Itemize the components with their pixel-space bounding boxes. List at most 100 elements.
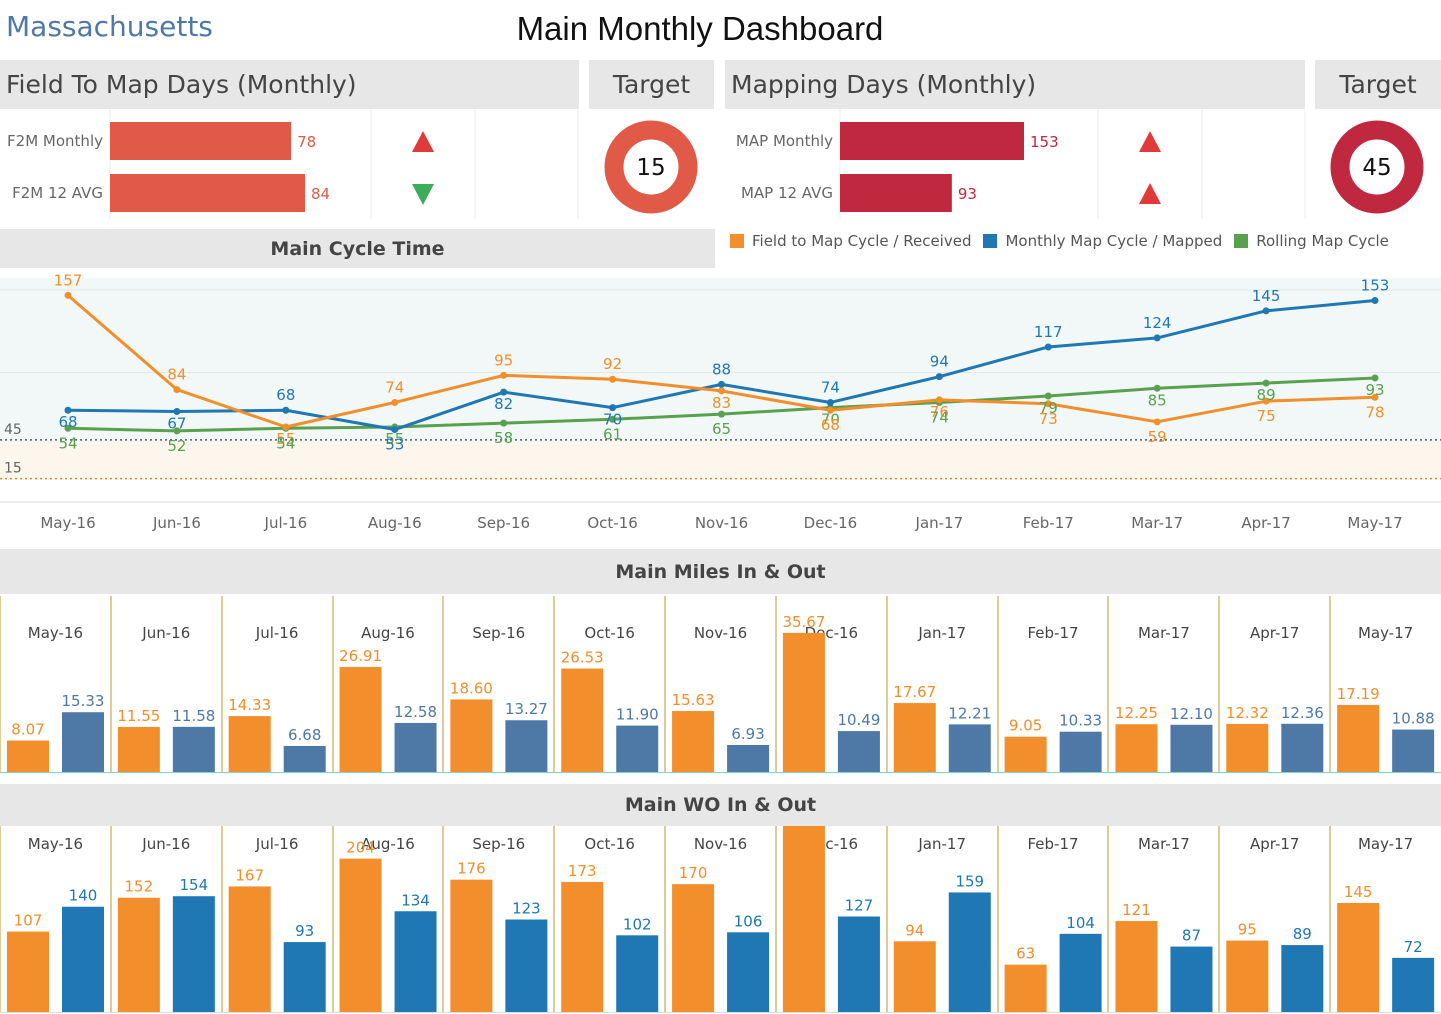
bar-value-label: 10.88: [1392, 710, 1435, 728]
data-label: 74: [821, 378, 840, 396]
kpi-value-label: 153: [1030, 133, 1059, 151]
bar-value-label: 94: [905, 921, 924, 939]
triangle-up-icon: [1139, 131, 1161, 152]
kpi-row-label: F2M 12 AVG: [12, 184, 103, 202]
bar: [948, 724, 991, 772]
bar: [672, 884, 715, 1012]
data-label: 84: [167, 366, 186, 384]
bar: [450, 699, 493, 772]
month-header: Jan-17: [917, 835, 966, 853]
bar-value-label: 63: [1016, 945, 1035, 963]
bar: [1059, 731, 1102, 772]
x-tick-label: Aug-16: [368, 514, 422, 532]
x-tick-label: Mar-17: [1131, 514, 1183, 532]
bar-value-label: 11.55: [117, 707, 160, 725]
month-header: Feb-17: [1028, 624, 1079, 642]
x-tick-label: May-17: [1347, 514, 1402, 532]
bar: [727, 932, 770, 1012]
month-header: Jul-16: [255, 835, 299, 853]
bar: [948, 892, 991, 1012]
map-target-title: Target: [1339, 70, 1417, 99]
bar: [62, 906, 104, 1012]
bar: [450, 879, 493, 1012]
data-label: 117: [1034, 323, 1063, 341]
series-point: [718, 380, 725, 388]
data-label: 82: [494, 395, 513, 413]
bar-value-label: 18.60: [450, 679, 493, 697]
data-label: 74: [930, 408, 949, 426]
bar: [1115, 724, 1158, 772]
bar-value-label: 104: [1066, 914, 1095, 932]
bar: [782, 632, 825, 772]
data-label: 73: [1039, 410, 1058, 428]
month-header: May-16: [28, 835, 83, 853]
series-point: [826, 398, 834, 406]
map-target-header: Target: [1315, 60, 1441, 109]
data-label: 68: [58, 413, 77, 431]
target-value: 45: [1362, 155, 1391, 181]
x-tick-label: May-16: [40, 514, 95, 532]
bar: [837, 916, 880, 1012]
bar-value-label: 12.25: [1115, 704, 1158, 722]
bar: [1392, 957, 1435, 1012]
month-header: Sep-16: [472, 624, 525, 642]
bar: [283, 942, 326, 1012]
x-tick-label: Jun-16: [152, 514, 201, 532]
month-header: Jan-17: [917, 624, 966, 642]
bar: [117, 726, 160, 772]
bar: [1392, 729, 1435, 772]
bar-value-label: 35.67: [782, 613, 825, 631]
series-point: [391, 398, 399, 406]
data-label: 74: [385, 378, 404, 396]
f2m-section-title: Field To Map Days (Monthly): [6, 70, 357, 99]
data-label: 52: [167, 437, 186, 455]
f2m-kpi-panel: F2M Monthly 78 F2M 12 AVG 84 15: [7, 109, 698, 219]
month-header: Nov-16: [694, 835, 747, 853]
band-between-targets: [0, 439, 1441, 479]
reference-label-45: 45: [4, 422, 22, 438]
bar-value-label: 154: [180, 876, 209, 894]
bar-value-label: 15.33: [62, 692, 105, 710]
kpi-row-label: F2M Monthly: [7, 132, 103, 150]
cycle-time-line-chart: 45 15 May-16 Jun-16 Jul-16 Aug-16 Sep-16 Oct-16…: [0, 271, 1441, 532]
bar-value-label: 159: [955, 872, 984, 890]
bar: [837, 731, 880, 772]
bar-value-label: 10.33: [1059, 712, 1102, 730]
data-label: 53: [385, 436, 404, 454]
month-header: Mar-17: [1138, 835, 1190, 853]
bar: [561, 881, 604, 1012]
legend-item-mapped: Monthly Map Cycle / Mapped: [983, 232, 1222, 250]
month-header: Aug-16: [361, 624, 415, 642]
x-tick-label: Apr-17: [1241, 514, 1291, 532]
month-header: Sep-16: [472, 835, 525, 853]
bar-value-label: 15.63: [672, 691, 715, 709]
series-point: [1153, 334, 1161, 342]
target-value: 15: [636, 155, 665, 181]
bar-value-label: 121: [1122, 901, 1151, 919]
x-tick-label: Oct-16: [587, 514, 637, 532]
bar: [561, 668, 604, 772]
legend-label: Field to Map Cycle / Received: [752, 232, 972, 250]
bar: [1337, 704, 1380, 772]
map-section-header: Mapping Days (Monthly): [725, 60, 1305, 109]
bar-value-label: 152: [125, 878, 154, 896]
data-label: 88: [712, 360, 731, 378]
x-tick-label: Feb-17: [1023, 514, 1074, 532]
bar-value-label: 87: [1182, 927, 1201, 945]
wo-bar-chart: May-16107140Jun-16152 154Jul-1616793Aug-1…: [0, 826, 1441, 1013]
bar: [1226, 723, 1269, 772]
bar-value-label: 14.33: [228, 696, 271, 714]
bar: [172, 726, 215, 772]
month-header: Jun-16: [141, 624, 190, 642]
month-header: May-16: [28, 624, 83, 642]
series-point: [500, 419, 508, 427]
bar: [893, 703, 936, 772]
bar: [117, 897, 160, 1012]
bar-value-label: 93: [295, 922, 314, 940]
bar-value-label: 173: [568, 862, 597, 880]
data-label: 157: [54, 271, 83, 289]
bar-value-label: 204: [346, 839, 375, 857]
f2m-section-header: Field To Map Days (Monthly): [0, 60, 579, 109]
kpi-row-label: MAP Monthly: [736, 132, 833, 150]
bar: [1337, 902, 1380, 1012]
